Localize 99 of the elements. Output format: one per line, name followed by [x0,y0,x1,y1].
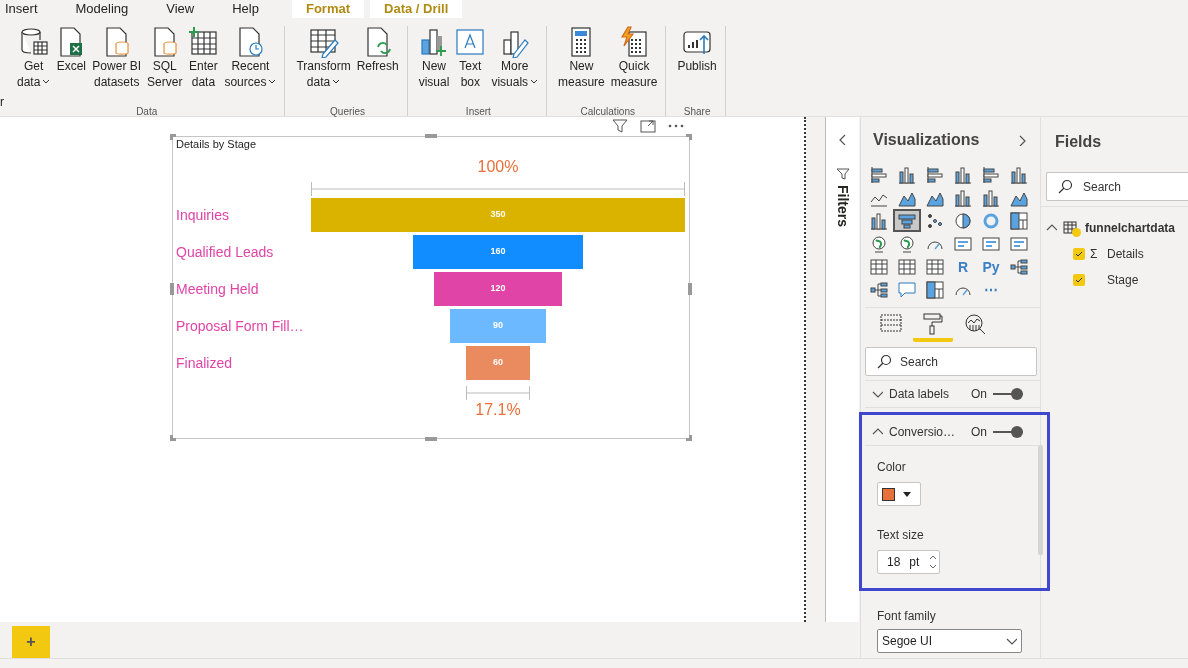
font-dropdown[interactable]: Segoe UI [877,629,1022,653]
table-edit-icon [308,26,339,58]
search-icon [1057,178,1073,195]
ribbon-button[interactable]: New visual [416,26,452,106]
field-checkbox[interactable] [1073,248,1085,260]
ribbon-button[interactable]: Get data [15,26,53,106]
ribbon-button[interactable]: Quick measure [608,26,660,106]
pane-title: Fields [1055,132,1103,152]
visual-type-button[interactable]: ⋯ [977,278,1005,301]
ribbon-button[interactable]: Power BI datasets [90,26,144,106]
text-box-icon [455,26,486,58]
funnel-chart-icon[interactable] [893,209,921,232]
focus-mode-icon [640,118,656,134]
ribbon-button[interactable]: SQL Server [145,26,185,106]
table-name[interactable]: funnelchartdata [1085,219,1175,237]
resize-handle[interactable] [688,283,692,295]
ribbon-button[interactable]: Text box [453,26,488,106]
data-label: 60 [493,356,503,370]
filters-pane-label[interactable]: Filters [832,185,853,227]
ribbon-button[interactable]: New measure [556,26,607,106]
data-label: 90 [493,319,503,333]
conversion-label: 17.1% [475,401,521,419]
visual-type-button[interactable]: R [949,255,977,278]
conversion-label: 100% [477,158,519,176]
resize-handle[interactable] [686,134,692,140]
ribbon-group-label: Insert [465,106,491,118]
field-name[interactable]: Details [1107,245,1144,263]
ribbon-button[interactable]: Excel [54,26,89,106]
section-title: Conversio… [889,424,957,441]
caret-icon [903,491,911,497]
data-label: 120 [490,282,506,296]
stage-label: Inquiries [176,205,230,225]
ribbon-group-label: Data [136,106,158,118]
table-add-icon [188,26,219,58]
ribbon-button[interactable]: Enter data [186,26,221,106]
pane-title: Visualizations [873,130,980,150]
ribbon-tab[interactable]: Modeling [70,0,134,18]
field-checkbox[interactable] [1073,274,1085,286]
ribbon-group-label: Queries [330,106,366,118]
field-label: Text size [877,527,925,544]
filter-icon [612,118,628,134]
toggle-label: On [971,386,987,403]
field-value: 18 [887,554,901,571]
resize-handle[interactable] [170,134,176,140]
search-icon [876,353,892,370]
resize-handle[interactable] [170,283,174,295]
visual-title: Details by Stage [176,138,258,151]
ribbon-button[interactable]: More visuals [489,26,541,106]
section-title: Data labels [889,386,951,403]
database-icon [18,26,49,58]
stage-label: Finalized [176,353,234,373]
ribbon-button[interactable]: Transform data [294,26,353,106]
data-label: 160 [490,245,506,259]
filter-icon [835,167,850,181]
visual-type-button[interactable]: Py [977,255,1005,278]
field-name[interactable]: Stage [1107,271,1139,289]
color-picker[interactable] [877,482,921,506]
check-icon [1075,251,1083,257]
resize-handle[interactable] [686,435,692,441]
stage-label: Meeting Held [176,279,260,299]
width-bracket-icon [465,385,531,401]
ribbon-button[interactable]: Publish [675,26,719,106]
analytics-icon [964,313,986,335]
fields-list-icon [880,313,902,333]
stage-label: Proposal Form Fill… [176,316,305,336]
search-field[interactable]: Search [865,347,1037,376]
stage-label: Qualified Leads [176,242,275,262]
resize-handle[interactable] [170,435,176,441]
ribbon-tab[interactable]: Insert [0,0,43,18]
add-page-button[interactable]: + [12,626,50,658]
paint-roller-icon [922,313,944,335]
number-field[interactable]: 18 pt [877,550,940,574]
search-placeholder: Search [1083,178,1122,196]
toggle-switch[interactable] [993,426,1023,438]
table-icon [1063,221,1079,235]
field-type-glyph: Σ [1090,246,1099,263]
ribbon-tab[interactable]: Help [227,0,264,18]
search-placeholder: Search [900,353,939,371]
scrollbar[interactable] [1038,445,1043,555]
toggle-label: On [971,424,987,441]
data-label: 350 [490,208,506,222]
resize-handle[interactable] [425,437,437,441]
ribbon-button[interactable]: Recent sources [222,26,279,106]
field-label: Color [877,459,907,476]
ribbon-group-label: Calculations [580,106,635,118]
width-bracket-icon [311,181,685,197]
ribbon-button[interactable]: Refresh [354,26,401,106]
ribbon-tab[interactable]: View [161,0,200,18]
field-label: Font family [877,608,937,625]
spinner-icon [929,553,937,571]
cut-button-label: r [0,95,5,111]
unit-label: pt [909,554,920,571]
toggle-switch[interactable] [993,388,1023,400]
dropdown-value: Segoe UI [882,633,933,650]
ribbon-group-label: Share [683,106,711,118]
search-field[interactable]: Search [1046,172,1188,201]
calculator-lightning-icon [619,26,650,58]
check-icon [1075,277,1083,283]
resize-handle[interactable] [425,134,437,138]
